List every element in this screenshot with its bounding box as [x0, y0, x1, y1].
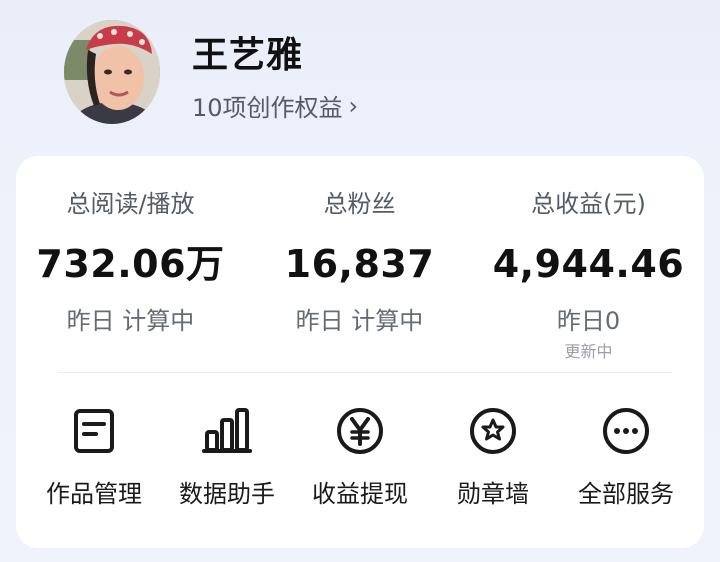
- tool-data-assistant[interactable]: 数据助手: [161, 406, 293, 510]
- tool-works-management[interactable]: 作品管理: [28, 406, 160, 510]
- tools-row: 作品管理 数据助手 收益提现 勋章墙 全部服务: [16, 396, 704, 526]
- tool-label: 收益提现: [312, 480, 408, 508]
- stat-yesterday: 昨日0: [556, 307, 621, 335]
- tool-medal-wall[interactable]: 勋章墙: [427, 406, 559, 510]
- stat-label: 总收益(元): [531, 190, 646, 218]
- stat-total-reads[interactable]: 总阅读/播放 732.06万 昨日 计算中: [16, 186, 245, 338]
- stat-update-note: 更新中: [564, 342, 613, 361]
- tool-label: 作品管理: [46, 480, 142, 508]
- creator-dashboard-card: 总阅读/播放 732.06万 昨日 计算中 总粉丝 16,837 昨日 计算中 …: [16, 156, 704, 548]
- bar-chart-icon: [202, 408, 252, 453]
- stat-yesterday: 昨日 计算中: [295, 307, 424, 335]
- tool-label: 全部服务: [578, 480, 674, 508]
- stat-label: 总阅读/播放: [66, 190, 195, 218]
- avatar-photo: [64, 20, 160, 124]
- creator-rights-link[interactable]: 10项创作权益 ›: [192, 88, 358, 123]
- divider: [58, 372, 672, 373]
- stat-total-fans[interactable]: 总粉丝 16,837 昨日 计算中: [245, 186, 474, 338]
- stats-row: 总阅读/播放 732.06万 昨日 计算中 总粉丝 16,837 昨日 计算中 …: [16, 156, 704, 374]
- document-icon: [74, 409, 114, 453]
- stat-value: 4,944.46: [492, 242, 685, 286]
- avatar[interactable]: [64, 20, 160, 124]
- more-circle-icon: [603, 408, 649, 454]
- tool-label: 数据助手: [179, 480, 275, 508]
- stat-total-earnings[interactable]: 总收益(元) 4,944.46 昨日0 更新中: [474, 186, 703, 362]
- tool-earnings-withdraw[interactable]: 收益提现: [294, 406, 426, 510]
- stat-value: 732.06万: [36, 242, 225, 286]
- stat-label: 总粉丝: [323, 190, 396, 218]
- stat-yesterday: 昨日 计算中: [66, 307, 195, 335]
- yen-circle-icon: [337, 408, 383, 454]
- profile-header: 王艺雅 10项创作权益 ›: [0, 0, 720, 150]
- medal-star-icon: [470, 408, 516, 454]
- tool-all-services[interactable]: 全部服务: [560, 406, 692, 510]
- stat-value: 16,837: [284, 242, 435, 286]
- tool-label: 勋章墙: [457, 480, 529, 508]
- chevron-right-icon: ›: [348, 91, 359, 120]
- user-name: 王艺雅: [192, 35, 304, 76]
- creator-rights-label: 10项创作权益: [192, 94, 343, 122]
